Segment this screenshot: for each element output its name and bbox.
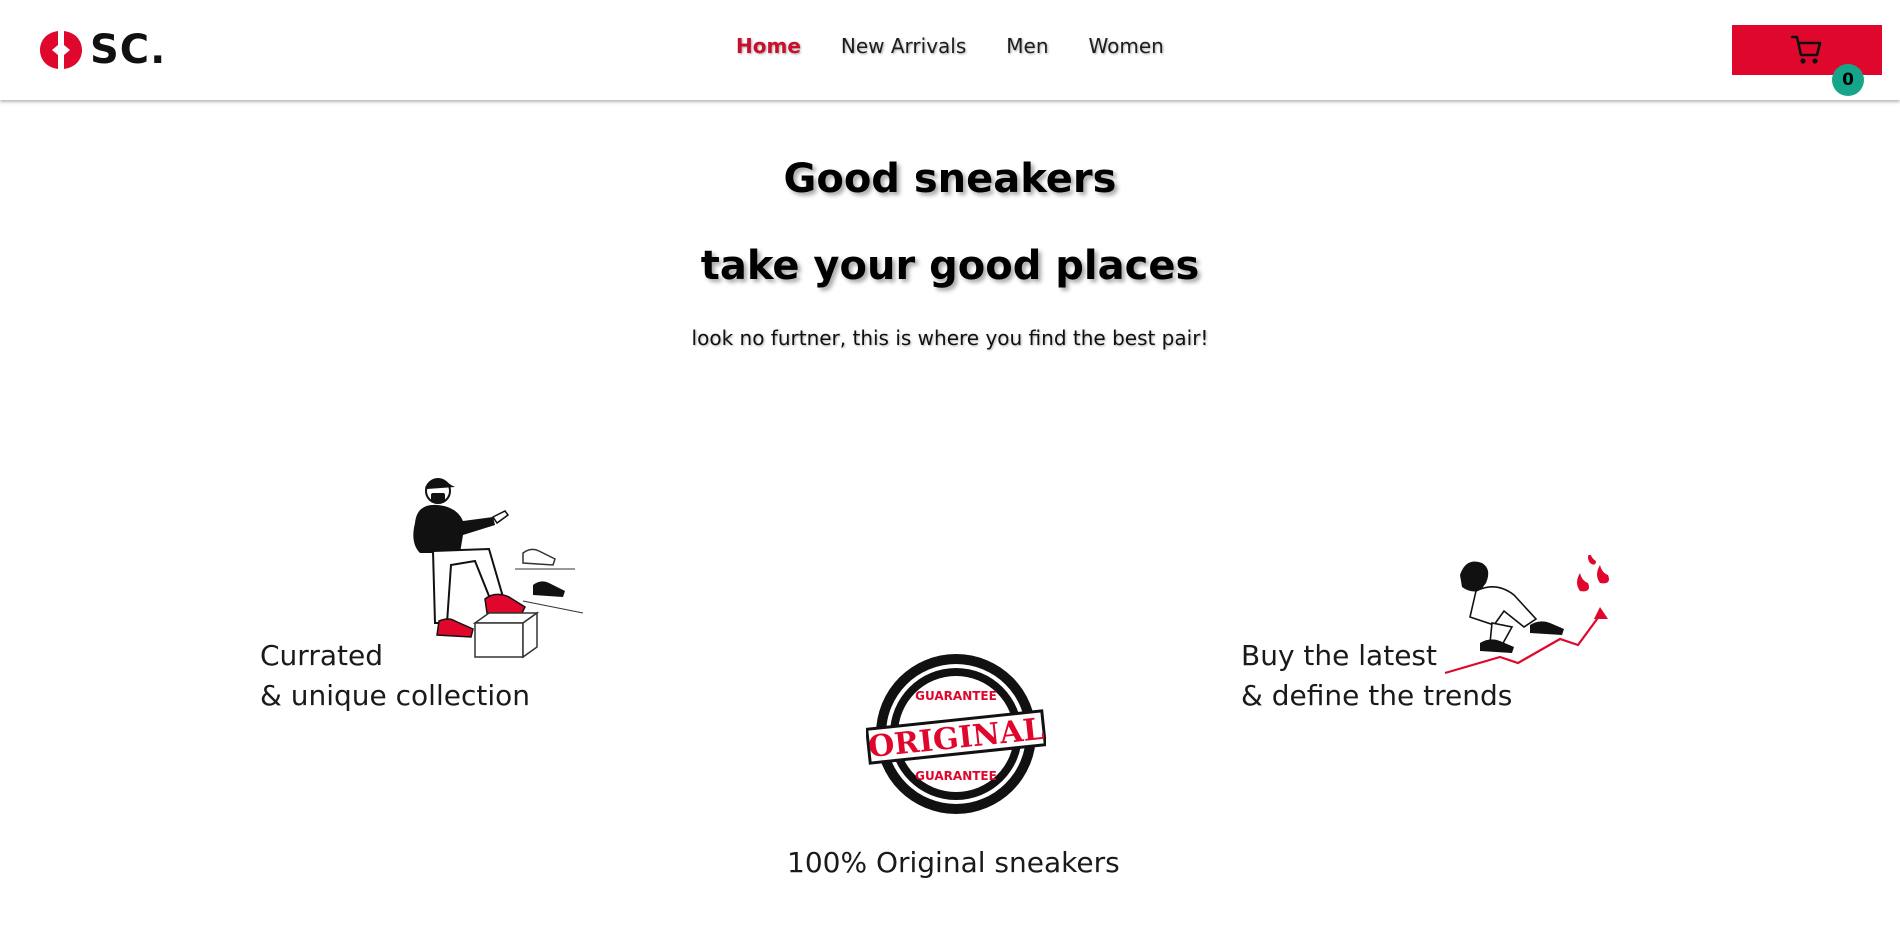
feature-original-line1: 100% Original sneakers bbox=[787, 846, 1120, 879]
seal-bottom-text: GUARANTEE bbox=[915, 769, 997, 783]
nav-men[interactable]: Men bbox=[1006, 34, 1048, 58]
hero-title-line1: Good sneakers bbox=[783, 156, 1117, 202]
nav-women[interactable]: Women bbox=[1089, 34, 1164, 58]
logo-link[interactable]: SC. bbox=[38, 26, 166, 74]
seal-top-text: GUARANTEE bbox=[915, 689, 997, 703]
feature-trends-line2: & define the trends bbox=[1241, 679, 1513, 712]
cart-count-badge: 0 bbox=[1832, 64, 1864, 96]
feature-curated-line1: Currated bbox=[260, 639, 383, 672]
feature-trends-line1: Buy the latest bbox=[1241, 639, 1437, 672]
cart-button[interactable] bbox=[1732, 25, 1882, 75]
main-nav: Home New Arrivals Men Women bbox=[736, 34, 1204, 58]
feature-trends: Buy the latest & define the trends bbox=[1241, 636, 1512, 716]
original-guarantee-seal: GUARANTEE GUARANTEE ORIGINAL bbox=[866, 654, 1046, 814]
feature-curated: Currated & unique collection bbox=[260, 636, 530, 716]
nav-home[interactable]: Home bbox=[736, 34, 801, 58]
site-header: SC. Home New Arrivals Men Women bbox=[0, 0, 1900, 100]
feature-curated-line2: & unique collection bbox=[260, 679, 530, 712]
logo-text: SC. bbox=[90, 27, 167, 73]
hero-title-line2: take your good places bbox=[700, 243, 1200, 289]
feature-original: 100% Original sneakers bbox=[787, 843, 1120, 883]
nav-new-arrivals[interactable]: New Arrivals bbox=[841, 34, 966, 58]
cart-icon bbox=[1790, 35, 1822, 64]
logo-icon bbox=[40, 31, 82, 69]
hero-subtitle: look no furtner, this is where you find … bbox=[691, 326, 1209, 350]
